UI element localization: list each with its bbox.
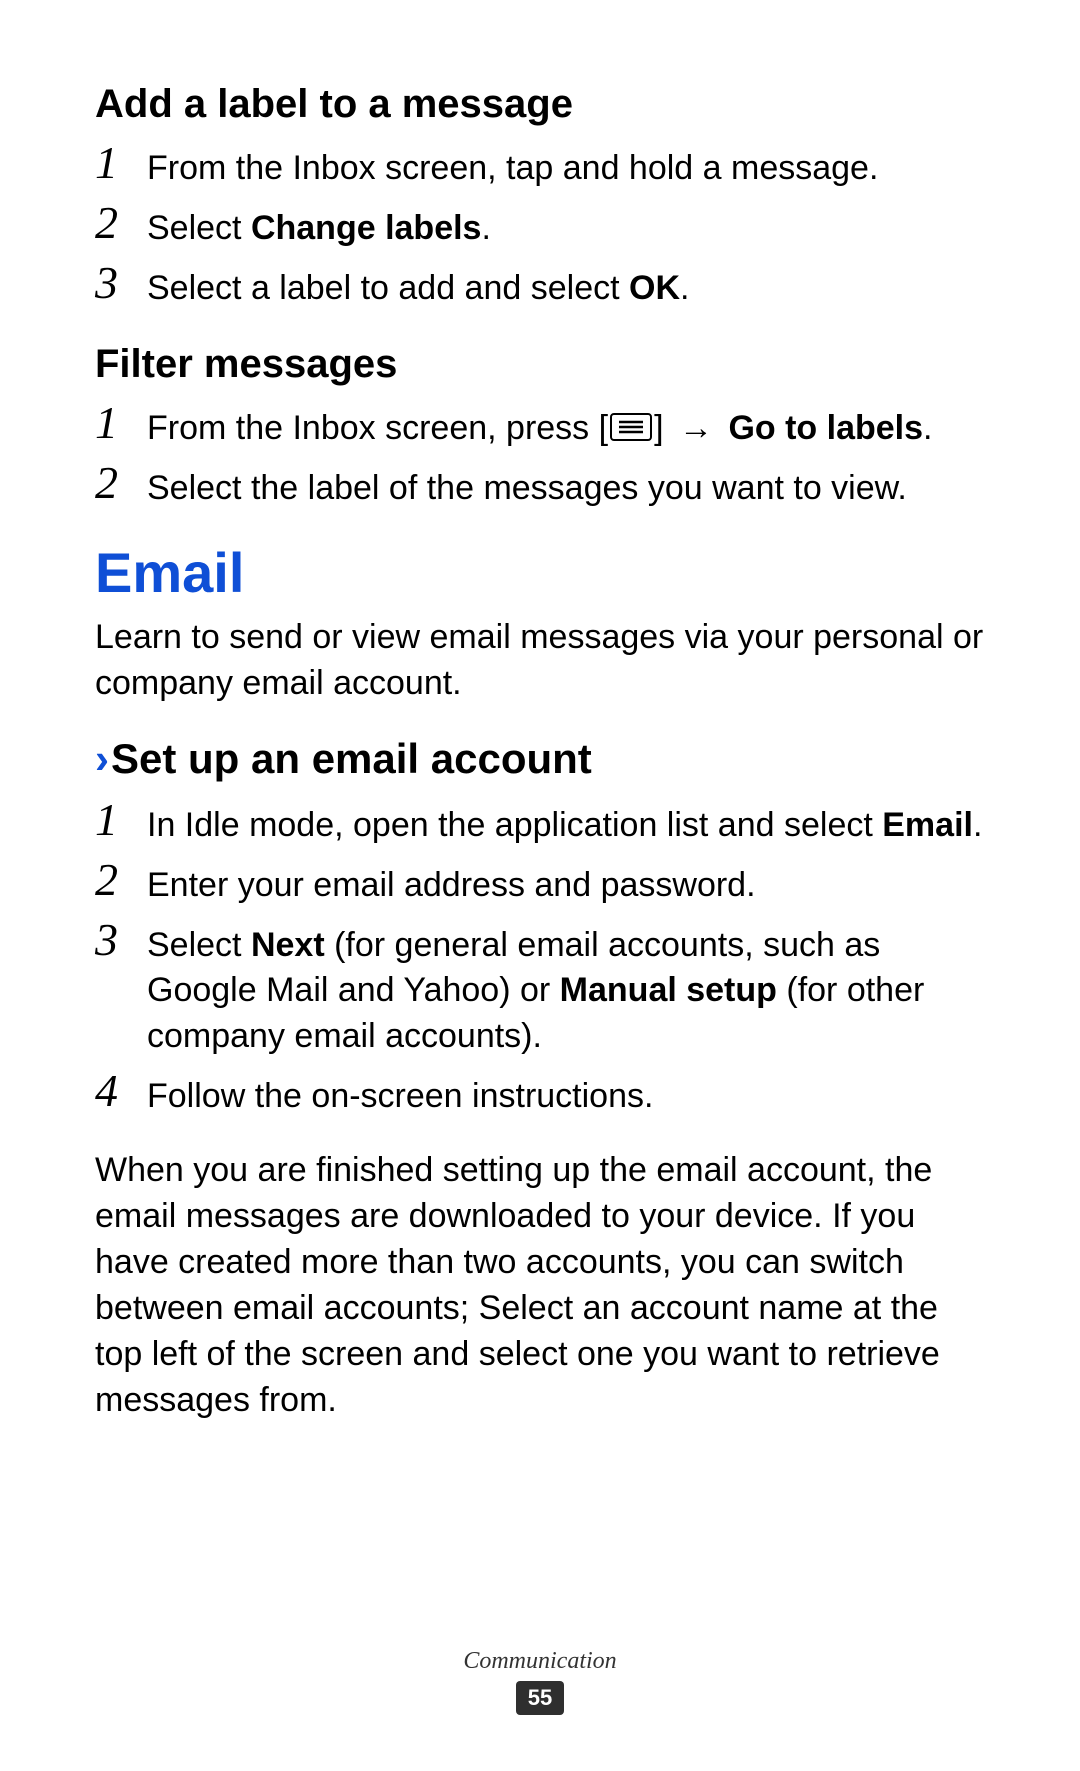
step-text: Select a label to add and select OK. xyxy=(147,262,985,312)
setup-outro: When you are finished setting up the ema… xyxy=(95,1148,985,1423)
step-number: 1 xyxy=(95,399,147,447)
step-item: 2 Select Change labels. xyxy=(95,202,985,252)
steps-add-label: 1 From the Inbox screen, tap and hold a … xyxy=(95,142,985,312)
heading-text: Set up an email account xyxy=(111,735,592,782)
step-number: 1 xyxy=(95,796,147,844)
step-number: 2 xyxy=(95,459,147,507)
text-fragment: Select a label to add and select xyxy=(147,269,629,307)
text-fragment: . xyxy=(973,806,982,844)
step-item: 4 Follow the on-screen instructions. xyxy=(95,1070,985,1120)
steps-setup-account: 1 In Idle mode, open the application lis… xyxy=(95,799,985,1120)
step-item: 1 From the Inbox screen, press [ ] → Go … xyxy=(95,402,985,452)
step-text: From the Inbox screen, tap and hold a me… xyxy=(147,142,985,192)
step-text: Select Change labels. xyxy=(147,202,985,252)
step-item: 3 Select Next (for general email account… xyxy=(95,919,985,1061)
step-number: 1 xyxy=(95,139,147,187)
bold-fragment: Manual setup xyxy=(560,971,777,1009)
email-intro: Learn to send or view email messages via… xyxy=(95,615,985,707)
text-fragment: Select xyxy=(147,926,251,964)
bold-fragment: Change labels xyxy=(251,209,482,247)
step-item: 2 Select the label of the messages you w… xyxy=(95,462,985,512)
step-number: 2 xyxy=(95,856,147,904)
step-number: 3 xyxy=(95,259,147,307)
step-item: 1 From the Inbox screen, tap and hold a … xyxy=(95,142,985,192)
step-text: Select the label of the messages you wan… xyxy=(147,462,985,512)
heading-add-label: Add a label to a message xyxy=(95,80,985,128)
step-text: In Idle mode, open the application list … xyxy=(147,799,985,849)
bold-fragment: Email xyxy=(882,806,973,844)
step-text: Select Next (for general email accounts,… xyxy=(147,919,985,1061)
page-number: 55 xyxy=(516,1681,564,1715)
steps-filter-messages: 1 From the Inbox screen, press [ ] → Go … xyxy=(95,402,985,512)
step-item: 1 In Idle mode, open the application lis… xyxy=(95,799,985,849)
heading-filter-messages: Filter messages xyxy=(95,340,985,388)
bold-fragment: Next xyxy=(251,926,325,964)
bold-fragment: OK xyxy=(629,269,680,307)
text-fragment: From the Inbox screen, press [ xyxy=(147,409,608,447)
step-item: 3 Select a label to add and select OK. xyxy=(95,262,985,312)
text-fragment: . xyxy=(481,209,490,247)
text-fragment: In Idle mode, open the application list … xyxy=(147,806,882,844)
menu-icon xyxy=(610,413,652,441)
manual-page: Add a label to a message 1 From the Inbo… xyxy=(0,0,1080,1771)
bold-fragment: Go to labels xyxy=(728,409,923,447)
text-fragment: Select xyxy=(147,209,251,247)
step-number: 4 xyxy=(95,1067,147,1115)
heading-email: Email xyxy=(95,539,985,606)
heading-setup-account: ›Set up an email account xyxy=(95,734,985,784)
page-footer: Communication 55 xyxy=(0,1648,1080,1715)
step-text: Follow the on-screen instructions. xyxy=(147,1070,985,1120)
text-fragment: . xyxy=(680,269,689,307)
chevron-icon: › xyxy=(95,735,109,782)
text-fragment: ] xyxy=(654,409,663,447)
footer-section-label: Communication xyxy=(0,1648,1080,1675)
step-text: Enter your email address and password. xyxy=(147,859,985,909)
step-number: 2 xyxy=(95,199,147,247)
step-number: 3 xyxy=(95,916,147,964)
step-text: From the Inbox screen, press [ ] → Go to… xyxy=(147,402,985,452)
arrow-icon: → xyxy=(670,409,723,447)
step-item: 2 Enter your email address and password. xyxy=(95,859,985,909)
text-fragment: . xyxy=(923,409,932,447)
